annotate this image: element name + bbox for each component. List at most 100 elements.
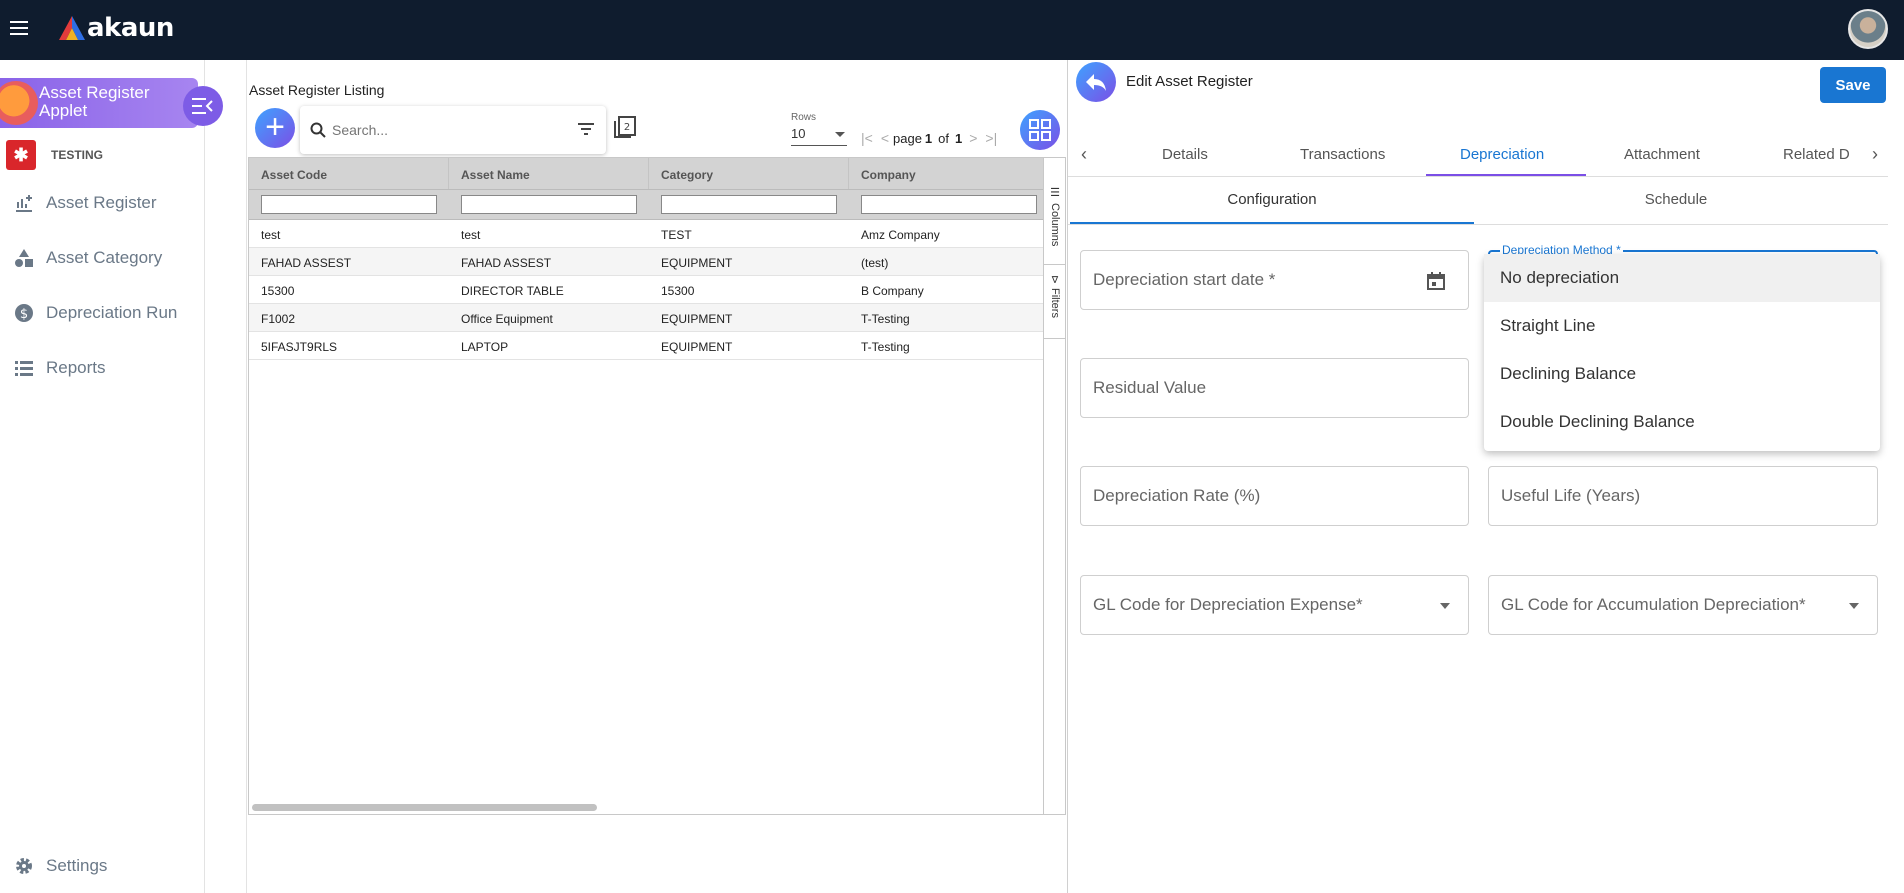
tabs-scroll-left-icon[interactable]: ‹ <box>1074 144 1094 164</box>
akaun-logo[interactable]: akaun <box>58 13 174 43</box>
top-bar: akaun <box>0 0 1904 60</box>
horizontal-scrollbar[interactable] <box>252 804 597 811</box>
filters-tab-label: Filters <box>1049 288 1061 319</box>
pagination: |< < page 1 of 1 > >| <box>857 130 1001 146</box>
list-icon <box>15 361 33 376</box>
dollar-circle-icon: $ <box>15 304 33 322</box>
applet-title: Asset Register Applet <box>39 83 150 120</box>
table-cell: TEST <box>661 228 692 242</box>
table-cell: test <box>461 228 481 242</box>
column-filter-input[interactable] <box>661 195 837 214</box>
columns-panel-tab[interactable]: ☰ Columns <box>1044 180 1066 265</box>
tenant-selector[interactable]: ✱ TESTING <box>6 140 103 170</box>
search-input[interactable] <box>332 122 572 138</box>
akaun-logo-mark <box>59 16 85 40</box>
field-placeholder: Depreciation start date * <box>1093 270 1276 289</box>
subtabs-bar: Configuration Schedule <box>1068 178 1888 225</box>
table-row[interactable]: F1002 Office Equipment EQUIPMENT T-Testi… <box>249 304 1065 332</box>
calendar-icon[interactable] <box>1426 271 1446 291</box>
table-cell: 15300 <box>261 284 295 298</box>
first-page-icon[interactable]: |< <box>861 130 873 146</box>
sidebar-item-reports[interactable]: Reports <box>14 358 106 378</box>
table-cell: 15300 <box>661 284 695 298</box>
svg-text:2: 2 <box>624 122 630 133</box>
option-declining-balance[interactable]: Declining Balance <box>1484 350 1880 398</box>
active-tab-indicator <box>1426 174 1586 176</box>
table-row[interactable]: FAHAD ASSEST FAHAD ASSEST EQUIPMENT (tes… <box>249 248 1065 276</box>
add-asset-button[interactable]: + <box>255 108 295 148</box>
table-row[interactable]: 15300 DIRECTOR TABLE 15300 B Company <box>249 276 1065 304</box>
column-header[interactable]: Asset Code <box>249 158 449 189</box>
copy-document-icon[interactable]: 2 <box>613 115 637 139</box>
subtab-configuration[interactable]: Configuration <box>1070 191 1474 208</box>
column-filter-input[interactable] <box>461 195 637 214</box>
subtab-schedule[interactable]: Schedule <box>1474 191 1878 208</box>
sidebar-item-settings[interactable]: Settings <box>14 856 107 876</box>
filter-icon[interactable] <box>578 122 594 136</box>
save-button[interactable]: Save <box>1820 67 1886 103</box>
rows-per-page-select[interactable]: 10 <box>791 126 847 146</box>
table-row[interactable]: 5IFASJT9RLS LAPTOP EQUIPMENT T-Testing <box>249 332 1065 360</box>
menu-icon[interactable] <box>8 18 30 38</box>
sidebar-item-depreciation-run[interactable]: $ Depreciation Run <box>14 303 177 323</box>
column-header[interactable]: Category <box>649 158 849 189</box>
option-no-depreciation[interactable]: No depreciation <box>1484 254 1880 302</box>
sidebar-item-asset-register[interactable]: Asset Register <box>14 193 157 213</box>
tenant-name: TESTING <box>51 148 104 162</box>
brand-name: akaun <box>87 13 174 43</box>
filters-panel-tab[interactable]: ⊳ Filters <box>1044 269 1066 339</box>
column-filter-input[interactable] <box>861 195 1037 214</box>
column-header[interactable]: Asset Name <box>449 158 649 189</box>
rows-label: Rows <box>791 112 817 123</box>
tabs-scroll-right-icon[interactable]: › <box>1865 144 1885 164</box>
option-double-declining-balance[interactable]: Double Declining Balance <box>1484 398 1880 446</box>
sidebar-item-label: Depreciation Run <box>46 303 178 322</box>
table-cell: T-Testing <box>861 340 910 354</box>
table-row[interactable]: test test TEST Amz Company <box>249 220 1065 248</box>
depreciation-rate-field[interactable]: Depreciation Rate (%) <box>1080 466 1469 526</box>
sidebar-item-asset-category[interactable]: Asset Category <box>14 248 162 268</box>
table-cell: 5IFASJT9RLS <box>261 340 338 354</box>
back-button[interactable] <box>1076 62 1116 102</box>
field-placeholder: GL Code for Accumulation Depreciation* <box>1501 595 1806 614</box>
listing-title: Asset Register Listing <box>249 82 385 98</box>
edit-asset-panel: Edit Asset Register Save ‹ Details Trans… <box>1067 60 1904 893</box>
option-straight-line[interactable]: Straight Line <box>1484 302 1880 350</box>
table-cell: B Company <box>861 284 924 298</box>
field-placeholder: Useful Life (Years) <box>1501 486 1641 505</box>
tab-transactions[interactable]: Transactions <box>1300 146 1385 163</box>
tab-related[interactable]: Related D <box>1783 146 1855 163</box>
table-cell: (test) <box>861 256 889 270</box>
tab-attachment[interactable]: Attachment <box>1624 146 1700 163</box>
search-icon <box>310 122 326 138</box>
grid-view-button[interactable] <box>1020 110 1060 150</box>
sidebar-item-label: Asset Register <box>46 193 157 212</box>
prev-page-icon[interactable]: < <box>881 130 889 146</box>
tab-details[interactable]: Details <box>1162 146 1208 163</box>
last-page-icon[interactable]: >| <box>985 130 997 146</box>
columns-icon: ☰ <box>1048 186 1061 199</box>
field-placeholder: Depreciation Rate (%) <box>1093 486 1261 505</box>
of-word: of <box>938 130 949 146</box>
tab-depreciation[interactable]: Depreciation <box>1460 146 1544 163</box>
tenant-logo: ✱ <box>6 140 36 170</box>
table-cell: FAHAD ASSEST <box>261 256 352 270</box>
table-cell: Office Equipment <box>461 312 553 326</box>
collapse-sidebar-button[interactable] <box>183 86 223 126</box>
search-box <box>300 106 606 154</box>
applet-icon <box>0 81 38 125</box>
user-avatar[interactable] <box>1848 9 1888 49</box>
gl-code-depreciation-expense-select[interactable]: GL Code for Depreciation Expense* <box>1080 575 1469 635</box>
next-page-icon[interactable]: > <box>969 130 977 146</box>
page-word: page <box>893 130 922 146</box>
table-header: Asset Code Asset Name Category Company <box>249 158 1065 190</box>
shapes-icon <box>15 249 33 267</box>
column-filter-input[interactable] <box>261 195 437 214</box>
asset-table: Asset Code Asset Name Category Company t… <box>248 157 1066 815</box>
table-cell: test <box>261 228 281 242</box>
useful-life-field[interactable]: Useful Life (Years) <box>1488 466 1878 526</box>
column-header[interactable]: Company <box>849 158 1049 189</box>
residual-value-field[interactable]: Residual Value <box>1080 358 1469 418</box>
gl-code-accumulation-depreciation-select[interactable]: GL Code for Accumulation Depreciation* <box>1488 575 1878 635</box>
depreciation-start-date-field[interactable]: Depreciation start date * <box>1080 250 1469 310</box>
